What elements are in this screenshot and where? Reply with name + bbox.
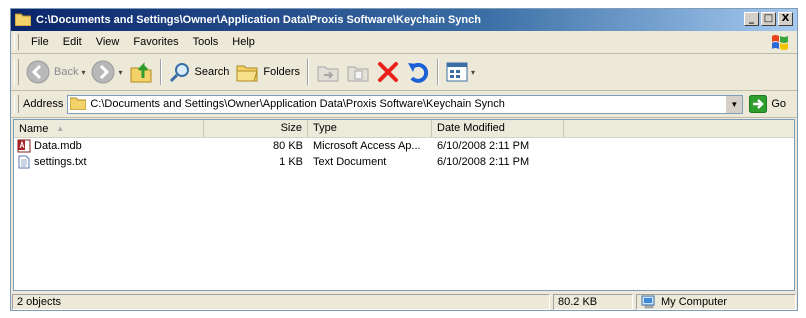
undo-icon [408,62,429,83]
file-name-cell[interactable]: Data.mdb [14,138,204,154]
minimize-button[interactable]: _ [744,12,759,26]
menu-favorites[interactable]: Favorites [126,34,185,50]
status-zone: My Computer [636,294,796,310]
toolbar-grip[interactable] [14,59,19,85]
up-folder-button[interactable] [126,57,156,87]
file-name: settings.txt [34,156,87,168]
file-type: Microsoft Access Ap... [313,140,421,152]
file-type: Text Document [313,156,387,168]
windows-logo-icon [769,33,791,51]
address-label: Address [23,98,64,110]
delete-button[interactable] [373,57,403,87]
status-object-count: 2 objects [12,294,550,310]
column-header-type[interactable]: Type [308,120,432,137]
status-bar: 2 objects 80.2 KB My Computer [11,293,797,311]
address-dropdown-button[interactable]: ▼ [725,95,743,113]
file-size: 1 KB [279,156,303,168]
column-header-filler [564,120,794,137]
explorer-window: C:\Documents and Settings\Owner\Applicat… [10,8,798,311]
menu-tools[interactable]: Tools [186,34,226,50]
file-row[interactable]: settings.txt 1 KB Text Document 6/10/200… [14,154,794,170]
go-button[interactable]: Go [749,95,786,113]
file-name: Data.mdb [34,140,82,152]
toolbar-separator [307,59,310,85]
move-to-button[interactable] [313,57,343,87]
toolbar-separator [159,59,162,85]
address-bar: Address C:\Documents and Settings\Owner\… [11,91,797,118]
folder-icon [69,96,87,113]
undo-button[interactable] [403,57,433,87]
go-arrow-icon [749,95,768,113]
column-name-label: Name [19,122,49,135]
my-computer-icon [641,295,655,309]
file-date-modified: 6/10/2008 2:11 PM [437,140,530,152]
file-size: 80 KB [273,140,303,152]
search-label: Search [194,66,230,78]
folders-icon [236,65,259,82]
column-header-name[interactable]: Name ▲ [14,120,204,137]
forward-button[interactable]: ▾ [88,57,125,87]
folders-label: Folders [263,66,301,78]
folder-icon [14,12,32,29]
maximize-button[interactable]: □ [761,12,776,26]
text-file-icon [18,155,30,169]
back-arrow-icon [26,60,50,84]
views-dropdown-icon[interactable]: ▾ [471,68,475,77]
address-input[interactable]: C:\Documents and Settings\Owner\Applicat… [67,94,744,114]
menu-help[interactable]: Help [225,34,262,50]
menu-bar: File Edit View Favorites Tools Help [11,31,797,54]
status-total-size: 80.2 KB [553,294,633,310]
folders-button[interactable]: Folders [232,57,303,87]
copy-to-icon [347,66,369,82]
title-bar[interactable]: C:\Documents and Settings\Owner\Applicat… [11,9,797,31]
file-name-cell[interactable]: settings.txt [14,154,204,170]
search-icon [169,63,189,83]
views-button[interactable]: ▾ [443,57,478,87]
back-dropdown-icon[interactable]: ▾ [81,68,85,77]
status-zone-label: My Computer [661,295,728,308]
delete-icon [378,62,399,82]
file-date-modified: 6/10/2008 2:11 PM [437,156,530,168]
forward-arrow-icon [91,60,115,84]
chevron-down-icon: ▼ [730,99,739,109]
addressbar-grip[interactable] [14,95,19,113]
window-controls: _ □ X [744,12,793,26]
search-button[interactable]: Search [166,57,233,87]
address-value: C:\Documents and Settings\Owner\Applicat… [90,98,505,110]
column-header-size[interactable]: Size [204,120,308,137]
file-list-view[interactable]: Name ▲ Size Type Date Modified Data.mdb … [13,119,795,291]
forward-dropdown-icon[interactable]: ▾ [118,68,122,77]
move-to-icon [317,66,339,82]
go-label: Go [771,98,787,110]
toolbar-separator [437,59,440,85]
views-icon [446,62,468,82]
menu-edit[interactable]: Edit [56,34,89,50]
column-headers: Name ▲ Size Type Date Modified [14,120,794,138]
menubar-grip[interactable] [14,34,19,50]
column-header-date-modified[interactable]: Date Modified [432,120,564,137]
close-button[interactable]: X [778,12,793,26]
file-row[interactable]: Data.mdb 80 KB Microsoft Access Ap... 6/… [14,138,794,154]
standard-toolbar: Back ▾ ▾ Search Folders ▾ [11,54,797,91]
back-button[interactable]: Back ▾ [23,57,88,87]
copy-to-button[interactable] [343,57,373,87]
sort-ascending-icon: ▲ [56,123,65,133]
access-db-icon [17,139,31,153]
window-title: C:\Documents and Settings\Owner\Applicat… [36,14,481,26]
up-folder-icon [130,62,151,83]
menu-view[interactable]: View [89,34,127,50]
menu-file[interactable]: File [24,34,56,50]
back-label: Back [54,66,79,78]
